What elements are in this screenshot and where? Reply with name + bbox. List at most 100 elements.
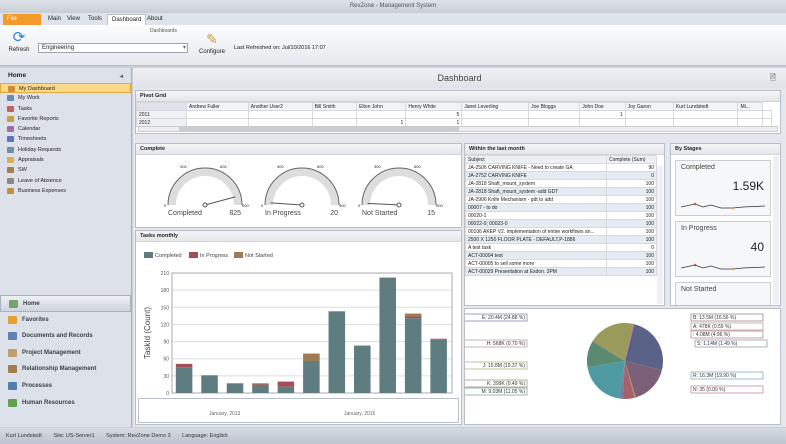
tab-file[interactable]: File [3,14,41,25]
sidebar-item-holiday-requests[interactable]: Holiday Requests [0,145,131,155]
gauge-tick: 600 [317,164,324,169]
vertical-scrollbar[interactable] [657,166,663,304]
tab-about[interactable]: About [143,14,167,25]
tab-view[interactable]: View [63,14,84,25]
ribbon: ⟳ Refresh Engineering ▾ Dashboards ✎ Con… [0,25,786,66]
section-icon [8,349,17,357]
complete-cell: 100 [607,236,657,244]
table-row[interactable]: 00020-1100 [466,212,657,220]
nav-section-documents-and-records[interactable]: Documents and Records [0,328,131,345]
nav-section-relationship-management[interactable]: Relationship Management [0,361,131,378]
sidebar-item-business-expenses[interactable]: Business Expenses [0,186,131,196]
pivot-column-header[interactable]: Joy Garon [625,103,673,111]
column-header-complete[interactable]: Complete (Sum) [607,156,657,164]
subject-cell: JA-2818 Shaft_mount_system -add GDT [466,188,607,196]
horizontal-scrollbar[interactable] [138,126,778,132]
column-header-subject[interactable]: Subject [466,156,607,164]
table-row[interactable]: ACT-00004 test100 [466,252,657,260]
stage-card-completed[interactable]: Completed1.59K [675,160,771,216]
section-label: Favorites [22,317,49,323]
scrollbar-thumb[interactable] [179,127,459,131]
pivot-column-header[interactable]: John Doe [580,103,625,111]
y-tick-label: 120 [161,322,170,328]
bar-in-progress [430,339,447,340]
section-label: Home [23,301,40,307]
pivot-column-header[interactable]: Another User2 [248,103,312,111]
table-row[interactable]: JA-2506 CARVING KNIFE - Need to create G… [466,164,657,172]
tab-main[interactable]: Main [44,14,65,25]
refresh-button[interactable]: ⟳ Refresh [5,29,33,53]
sidebar-item-leave-of-absence[interactable]: Leave of Absence [0,176,131,186]
export-icon[interactable]: 🗎 [770,68,776,88]
pivot-column-header[interactable]: Elton John [357,103,406,111]
pivot-column-header[interactable]: Henry White [406,103,462,111]
pivot-column-header[interactable]: Mi... [738,103,763,111]
stage-card-in-progress[interactable]: In Progress40 [675,221,771,277]
table-row[interactable]: 00106 AKEP V2. Implementation of entire … [466,228,657,236]
table-row[interactable]: JA-2752 CARVING KNIFE0 [466,172,657,180]
tasks-monthly-panel: Tasks monthly CompletedIn ProgressNot St… [135,230,462,425]
table-row[interactable]: 00007 - to do100 [466,204,657,212]
sidebar-item-icon [7,157,14,163]
table-row[interactable]: 2500 X 1250 FLOOR PLATE - DEFAULT,P-1886… [466,236,657,244]
nav-section-human-resources[interactable]: Human Resources [0,395,131,412]
refresh-label: Refresh [5,47,33,53]
tab-tools[interactable]: Tools [84,14,106,25]
collapse-icon[interactable]: ◂ [120,72,123,80]
gauge-pivot [203,203,207,207]
gauge-tick: 300 [277,164,284,169]
bar-completed [227,383,244,393]
sidebar-item-tasks[interactable]: Tasks [0,104,131,114]
pivot-column-header[interactable] [137,103,187,111]
y-tick-label: 0 [166,391,169,397]
sidebar-item-appraisals[interactable]: Appraisals [0,155,131,165]
range-selector[interactable]: January, 2013 January, 2015 [138,398,459,423]
sparkline [681,260,767,274]
pie-label: B: 13.5M (16.56 %) [693,315,736,321]
bar-not-started [252,383,269,384]
table-row[interactable]: 00022-0; 00023-0100 [466,220,657,228]
pivot-column-header[interactable]: Kurt Lundstedt [673,103,738,111]
pivot-column-header[interactable]: Bill Smith [312,103,356,111]
pivot-cell [187,111,249,119]
sidebar-item-sw[interactable]: SW [0,165,131,175]
nav-section-favorites[interactable]: Favorites [0,312,131,329]
bar-completed [201,375,218,393]
pivot-column-header[interactable]: Joe Bloggs [529,103,580,111]
bar-not-started [303,354,320,361]
table-row[interactable]: JA-2906 Knife Mechanism - gdt to add100 [466,196,657,204]
sidebar-item-my-work[interactable]: My Work [0,93,131,103]
sidebar-item-icon [7,116,14,122]
sidebar-item-timesheets[interactable]: Timesheets [0,134,131,144]
vertical-scrollbar[interactable] [773,156,779,304]
dashboard-select[interactable]: Engineering ▾ [38,43,188,53]
status-user[interactable]: Kurt Lundstedt [6,433,42,439]
bar-completed [430,339,447,393]
legend-swatch [189,252,198,258]
table-row[interactable]: JA-2818 Shaft_mount_system100 [466,180,657,188]
sidebar-item-favorite-reports[interactable]: Favorite Reports [0,114,131,124]
pivot-column-header[interactable]: Janet Leverling [462,103,529,111]
gauge-tick: 0 [164,203,166,208]
main-content: Dashboard 🗎 Pivot Grid Andrew FullerAnot… [133,68,786,427]
table-row[interactable]: A test task0 [466,244,657,252]
subject-cell: JA-2506 CARVING KNIFE - Need to create G… [466,164,607,172]
table-row[interactable]: ACT-00029 Presentation at Exdon. 3PM100 [466,268,657,276]
sidebar-item-my-dashboard[interactable]: My Dashboard [0,83,131,93]
nav-section-home[interactable]: Home [0,295,131,312]
nav-section-processes[interactable]: Processes [0,378,131,395]
gauge-needle [205,197,235,205]
nav-section-project-management[interactable]: Project Management [0,345,131,362]
table-row[interactable]: JA-2818 Shaft_mount_system -add GDT100 [466,188,657,196]
sidebar-item-calendar[interactable]: Calendar [0,124,131,134]
configure-button[interactable]: ✎ Configure [196,29,228,55]
y-tick-label: 180 [161,288,170,294]
pivot-column-header[interactable]: Andrew Fuller [187,103,249,111]
tab-dashboard[interactable]: Dashboard [107,14,146,25]
stage-card-not-started[interactable]: Not Started [675,282,771,306]
bar-completed [303,361,320,393]
table-row[interactable]: ACT-00005 to sell some more100 [466,260,657,268]
pivot-cell [763,111,772,119]
complete-cell: 100 [607,260,657,268]
gauge-needle [368,203,399,205]
